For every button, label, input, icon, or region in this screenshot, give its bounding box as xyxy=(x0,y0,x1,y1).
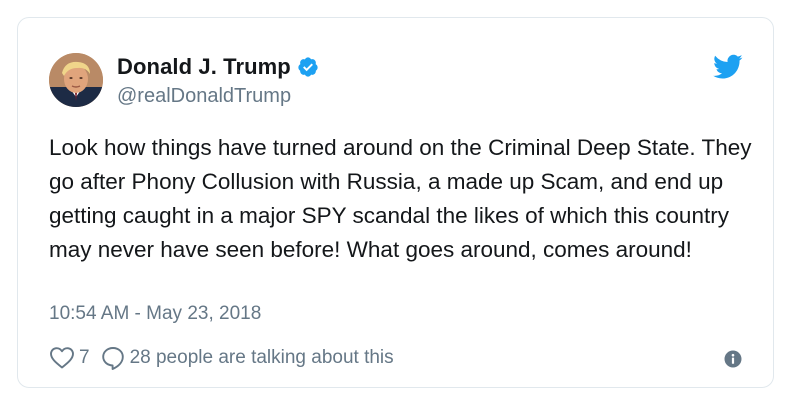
reply-conversation-link[interactable]: 28 people are talking about this xyxy=(100,345,394,371)
avatar[interactable] xyxy=(49,53,103,107)
conversation-count-text: 28 people are talking about this xyxy=(129,347,394,368)
info-icon[interactable] xyxy=(724,350,742,368)
speech-bubble-icon xyxy=(100,345,126,371)
author-display-name[interactable]: Donald J. Trump xyxy=(117,54,291,80)
tweet-text: Look how things have turned around on th… xyxy=(49,135,752,262)
tweet-timestamp[interactable]: 10:54 AM - May 23, 2018 xyxy=(49,303,261,325)
author-name-row: Donald J. Trump xyxy=(117,53,319,81)
heart-icon xyxy=(49,346,75,370)
tweet-card[interactable]: Donald J. Trump @realDonaldTrump Look ho… xyxy=(17,17,774,388)
verified-badge-icon xyxy=(297,56,319,78)
like-count: 7 xyxy=(79,347,90,368)
avatar-image xyxy=(49,53,103,107)
tweet-actions: 7 28 people are talking about this xyxy=(49,345,394,371)
author-handle[interactable]: @realDonaldTrump xyxy=(117,85,291,108)
twitter-bird-icon[interactable] xyxy=(713,54,743,80)
like-button[interactable]: 7 xyxy=(49,346,90,370)
